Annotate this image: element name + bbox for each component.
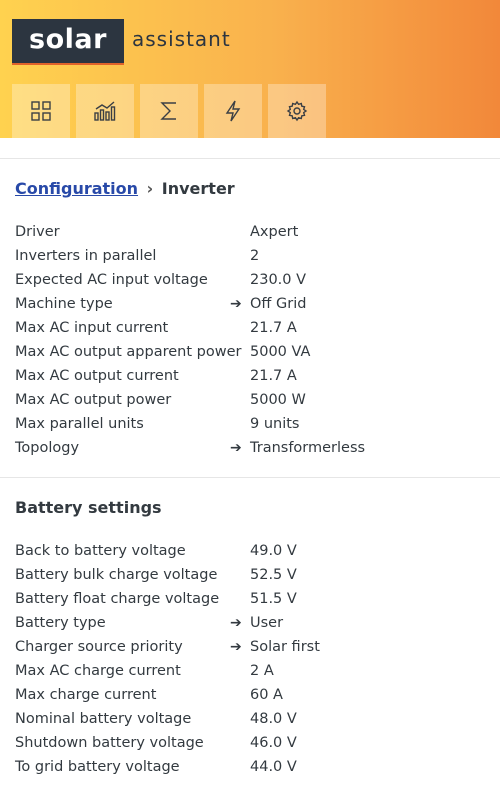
setting-value: 51.5 V [250,591,297,607]
inverter-row-machine-type[interactable]: Machine type ➔ Off Grid [15,292,485,316]
battery-settings-title: Battery settings [15,498,162,517]
battery-row-back-to-battery-voltage: Back to battery voltage 49.0 V [15,539,485,563]
setting-value: 49.0 V [250,543,297,559]
arrow-icon[interactable]: ➔ [230,436,242,460]
setting-value: 5000 W [250,392,306,408]
battery-row-max-charge-current: Max charge current 60 A [15,683,485,707]
nav-bar [12,84,326,138]
setting-value[interactable]: Transformerless [250,436,365,460]
inverter-row-max-ac-output-apparent-power: Max AC output apparent power 5000 VA [15,340,485,364]
setting-value: 48.0 V [250,711,297,727]
arrow-icon[interactable]: ➔ [230,635,242,659]
setting-label: Charger source priority [15,639,183,655]
setting-label: Battery float charge voltage [15,591,220,607]
inverter-row-max-ac-output-current: Max AC output current 21.7 A [15,364,485,388]
setting-value: 5000 VA [250,344,311,360]
setting-value: 230.0 V [250,272,307,288]
inverter-row-max-ac-input-current: Max AC input current 21.7 A [15,316,485,340]
setting-label: Driver [15,224,60,240]
battery-row-shutdown-battery-voltage: Shutdown battery voltage 46.0 V [15,731,485,755]
logo: solar [12,19,124,63]
breadcrumb-separator: › [146,179,154,198]
setting-value: 9 units [250,416,300,432]
setting-label: Back to battery voltage [15,543,186,559]
nav-dashboard-button[interactable] [12,84,70,138]
inverter-row-driver: Driver Axpert [15,220,485,244]
setting-label: Topology [15,440,80,456]
dashboard-icon [31,101,51,121]
inverter-row-topology[interactable]: Topology ➔ Transformerless [15,436,485,460]
setting-label: Max AC input current [15,320,169,336]
nav-totals-button[interactable] [140,84,198,138]
chart-icon [94,101,116,121]
setting-value: 2 A [250,663,274,679]
setting-label: Max parallel units [15,416,144,432]
battery-list: Back to battery voltage 49.0 V Battery b… [15,539,485,779]
setting-label: Nominal battery voltage [15,711,192,727]
inverter-list: Driver Axpert Inverters in parallel 2 Ex… [15,220,485,460]
setting-label: Max charge current [15,687,157,703]
inverter-row-max-ac-output-power: Max AC output power 5000 W [15,388,485,412]
setting-label: Machine type [15,296,113,312]
setting-label: To grid battery voltage [15,759,180,775]
inverter-row-max-parallel-units: Max parallel units 9 units [15,412,485,436]
header: solar assistant [0,0,500,138]
setting-label: Max AC output power [15,392,172,408]
setting-value[interactable]: User [250,611,283,635]
battery-row-to-grid-battery-voltage: To grid battery voltage 44.0 V [15,755,485,779]
setting-value: Axpert [250,224,299,240]
setting-value: 52.5 V [250,567,297,583]
battery-section: Battery settings Back to battery voltage… [0,477,500,779]
setting-value: 46.0 V [250,735,297,751]
inverter-row-expected-ac-input-voltage: Expected AC input voltage 230.0 V [15,268,485,292]
nav-power-button[interactable] [204,84,262,138]
breadcrumb: Configuration › Inverter [15,179,485,198]
setting-label: Battery bulk charge voltage [15,567,218,583]
arrow-icon[interactable]: ➔ [230,611,242,635]
nav-charts-button[interactable] [76,84,134,138]
breadcrumb-configuration-link[interactable]: Configuration [15,179,138,198]
setting-value: 60 A [250,687,283,703]
setting-label: Shutdown battery voltage [15,735,204,751]
setting-value: 21.7 A [250,368,297,384]
logo-text: assistant [132,27,231,51]
setting-value[interactable]: Off Grid [250,292,306,316]
setting-value: 44.0 V [250,759,297,775]
battery-row-charger-source-priority[interactable]: Charger source priority ➔ Solar first [15,635,485,659]
battery-row-float-charge-voltage: Battery float charge voltage 51.5 V [15,587,485,611]
sigma-icon [160,102,176,120]
lightning-icon [225,100,241,122]
breadcrumb-current: Inverter [161,179,235,198]
arrow-icon[interactable]: ➔ [230,292,242,316]
setting-label: Expected AC input voltage [15,272,208,288]
setting-value: 2 [250,248,260,264]
setting-label: Max AC output apparent power [15,344,242,360]
setting-label: Max AC output current [15,368,179,384]
nav-settings-button[interactable] [268,84,326,138]
battery-row-max-ac-charge-current: Max AC charge current 2 A [15,659,485,683]
setting-label: Inverters in parallel [15,248,157,264]
setting-label: Battery type [15,615,106,631]
setting-value[interactable]: Solar first [250,635,320,659]
setting-label: Max AC charge current [15,663,181,679]
setting-value: 21.7 A [250,320,297,336]
battery-row-battery-type[interactable]: Battery type ➔ User [15,611,485,635]
battery-row-bulk-charge-voltage: Battery bulk charge voltage 52.5 V [15,563,485,587]
battery-row-nominal-battery-voltage: Nominal battery voltage 48.0 V [15,707,485,731]
inverter-row-inverters-in-parallel: Inverters in parallel 2 [15,244,485,268]
inverter-section: Configuration › Inverter Driver Axpert I… [0,158,500,477]
gear-icon [286,100,308,122]
